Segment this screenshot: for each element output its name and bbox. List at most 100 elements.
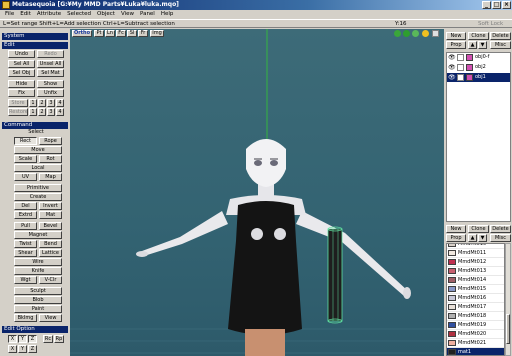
sel-mat-button[interactable]: Sel Mat bbox=[37, 69, 64, 77]
object-new-button[interactable]: New bbox=[446, 32, 466, 40]
menu-file[interactable]: File bbox=[2, 10, 17, 19]
object-down-button[interactable]: ▼ bbox=[478, 41, 487, 49]
object-item[interactable]: 👁 obj2 bbox=[447, 63, 510, 72]
view-window-icon[interactable] bbox=[432, 30, 439, 37]
store-slot-2[interactable]: 2 bbox=[38, 99, 46, 107]
material-item[interactable]: MmdMt019 bbox=[447, 321, 504, 330]
material-item[interactable]: MmdMt018 bbox=[447, 312, 504, 321]
local-button[interactable]: Local bbox=[14, 164, 62, 172]
primitive-button[interactable]: Primitive bbox=[14, 184, 62, 192]
material-item[interactable]: MmdMt020 bbox=[447, 330, 504, 339]
axis-z-button[interactable]: Z bbox=[28, 335, 37, 343]
material-item[interactable]: MmdMt017 bbox=[447, 303, 504, 312]
character-model[interactable] bbox=[136, 139, 411, 356]
restore-slot-1[interactable]: 1 bbox=[29, 108, 37, 116]
create-button[interactable]: Create bbox=[14, 193, 62, 201]
menu-attribute[interactable]: Attribute bbox=[34, 10, 64, 19]
magnet-button[interactable]: Magnet bbox=[14, 231, 62, 239]
zoom-view-icon[interactable] bbox=[412, 30, 419, 37]
store-slot-3[interactable]: 3 bbox=[47, 99, 55, 107]
object-up-button[interactable]: ▲ bbox=[468, 41, 477, 49]
system-header[interactable]: System bbox=[2, 33, 68, 40]
object-misc-button[interactable]: Misc bbox=[490, 41, 511, 49]
move-button[interactable]: Move bbox=[14, 146, 62, 154]
object-item[interactable]: 👁 obj0-f bbox=[447, 53, 510, 62]
restore-slot-4[interactable]: 4 bbox=[56, 108, 64, 116]
object-delete-button[interactable]: Delete bbox=[490, 32, 511, 40]
invert-button[interactable]: Invert bbox=[39, 202, 62, 210]
bkimg-button[interactable]: BkImg bbox=[14, 314, 37, 322]
face-display-toggle[interactable]: Fc bbox=[116, 30, 126, 37]
material-item[interactable]: MmdMt014 bbox=[447, 276, 504, 285]
rect-button[interactable]: Rect bbox=[14, 137, 37, 145]
fix-button[interactable]: Fix bbox=[8, 89, 35, 97]
viewport-canvas[interactable] bbox=[70, 29, 444, 356]
material-scrollbar[interactable] bbox=[505, 243, 511, 356]
redo-button[interactable]: Redo bbox=[37, 50, 64, 58]
eye-icon[interactable]: 👁 bbox=[448, 54, 456, 61]
menu-view[interactable]: View bbox=[118, 10, 137, 19]
rotate-view-icon[interactable] bbox=[394, 30, 401, 37]
store-slot-1[interactable]: 1 bbox=[29, 99, 37, 107]
menu-object[interactable]: Object bbox=[94, 10, 118, 19]
blob-button[interactable]: Blob bbox=[14, 296, 62, 304]
rc-button[interactable]: Rc bbox=[43, 335, 53, 343]
restore-button[interactable]: Restore bbox=[8, 108, 28, 116]
object-prop-button[interactable]: Prop bbox=[446, 41, 466, 49]
material-item[interactable]: MmdMt011 bbox=[447, 249, 504, 258]
wgt-button[interactable]: Wgt bbox=[14, 276, 37, 284]
object-clone-button[interactable]: Clone bbox=[468, 32, 489, 40]
knife-button[interactable]: Knife bbox=[14, 267, 62, 275]
view-button[interactable]: View bbox=[39, 314, 62, 322]
view-star-icon[interactable] bbox=[422, 30, 429, 37]
uv-button[interactable]: UV bbox=[14, 173, 37, 181]
show-button[interactable]: Show bbox=[37, 80, 64, 88]
material-item[interactable]: MmdMt013 bbox=[447, 267, 504, 276]
twist-button[interactable]: Twist bbox=[14, 240, 37, 248]
scrollbar-thumb[interactable] bbox=[506, 314, 510, 344]
material-delete-button[interactable]: Delete bbox=[490, 225, 511, 233]
rot-button[interactable]: Rot bbox=[39, 155, 62, 163]
material-item-selected[interactable]: mat1 bbox=[447, 348, 504, 355]
rope-button[interactable]: Rope bbox=[39, 137, 62, 145]
frame-display-toggle[interactable]: Fr bbox=[138, 30, 148, 37]
sel-obj-button[interactable]: Sel Obj bbox=[8, 69, 35, 77]
selected-object-cylinder[interactable] bbox=[327, 226, 343, 324]
extrd-button[interactable]: Extrd bbox=[14, 211, 37, 219]
image-display-toggle[interactable]: Img bbox=[150, 30, 164, 37]
sculpt-button[interactable]: Sculpt bbox=[14, 287, 62, 295]
store-button[interactable]: Store bbox=[8, 99, 28, 107]
material-item[interactable]: MmdMt012 bbox=[447, 258, 504, 267]
restore-slot-3[interactable]: 3 bbox=[47, 108, 55, 116]
material-new-button[interactable]: New bbox=[446, 225, 466, 233]
point-display-toggle[interactable]: Pt bbox=[94, 30, 104, 37]
option-y-button[interactable]: Y bbox=[18, 345, 27, 353]
axis-y-button[interactable]: Y bbox=[18, 335, 27, 343]
material-item[interactable]: MmdMt015 bbox=[447, 285, 504, 294]
line-display-toggle[interactable]: Ln bbox=[105, 30, 115, 37]
undo-button[interactable]: Undo bbox=[8, 50, 35, 58]
maximize-button[interactable]: □ bbox=[492, 1, 501, 9]
lock-toggle[interactable] bbox=[457, 74, 464, 81]
mat-button[interactable]: Mat bbox=[39, 211, 62, 219]
ortho-toggle[interactable]: Ortho bbox=[72, 30, 92, 37]
del-button[interactable]: Del bbox=[14, 202, 37, 210]
shear-button[interactable]: Shear bbox=[14, 249, 37, 257]
close-button[interactable]: × bbox=[502, 1, 511, 9]
sel-all-button[interactable]: Sel All bbox=[8, 60, 35, 68]
minimize-button[interactable]: _ bbox=[482, 1, 491, 9]
material-up-button[interactable]: ▲ bbox=[468, 234, 477, 242]
3d-viewport[interactable] bbox=[70, 29, 444, 356]
menu-panel[interactable]: Panel bbox=[137, 10, 158, 19]
command-header[interactable]: Command bbox=[2, 122, 68, 129]
bend-button[interactable]: Bend bbox=[39, 240, 62, 248]
lock-toggle[interactable] bbox=[457, 54, 464, 61]
object-item-selected[interactable]: 👁 obj1 bbox=[447, 73, 510, 82]
menu-edit[interactable]: Edit bbox=[17, 10, 34, 19]
material-down-button[interactable]: ▼ bbox=[478, 234, 487, 242]
lock-toggle[interactable] bbox=[457, 64, 464, 71]
material-misc-button[interactable]: Misc bbox=[490, 234, 511, 242]
lattice-button[interactable]: Lattice bbox=[39, 249, 62, 257]
restore-slot-2[interactable]: 2 bbox=[38, 108, 46, 116]
map-button[interactable]: Map bbox=[39, 173, 62, 181]
